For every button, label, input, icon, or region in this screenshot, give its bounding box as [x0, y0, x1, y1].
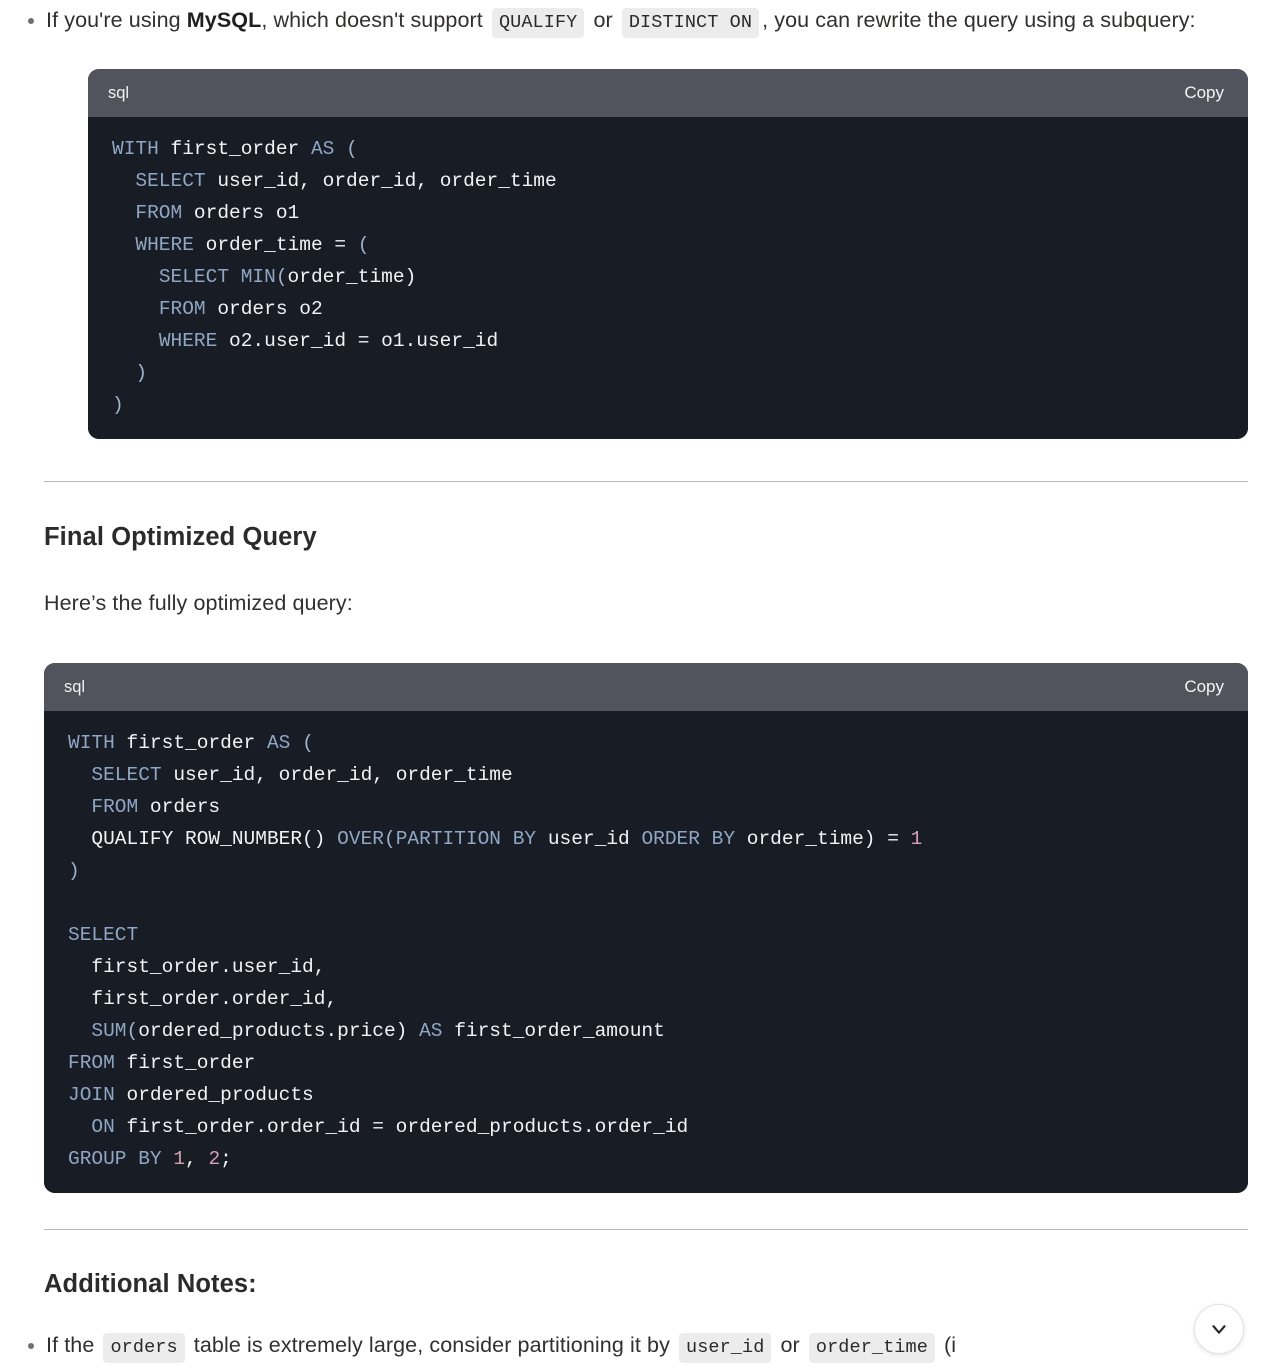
notes-bullet-list: If the orders table is extremely large, … — [0, 1321, 1266, 1372]
note-text-1: If the — [46, 1333, 101, 1357]
inline-code-qualify: QUALIFY — [491, 8, 585, 38]
code-block-header: sql Copy — [88, 69, 1248, 117]
code-block-header: sql Copy — [44, 663, 1248, 711]
note-text-4: (i — [937, 1333, 957, 1357]
list-item: If the orders table is extremely large, … — [0, 1321, 1266, 1372]
inline-code-orders: orders — [103, 1333, 185, 1363]
inline-code-distinct-on: DISTINCT ON — [621, 8, 760, 38]
bullet-text-4: , you can rewrite the query using a subq… — [762, 8, 1196, 32]
list-item: If you're using MySQL, which doesn't sup… — [0, 0, 1266, 47]
code-block-body: WITH first_order AS ( SELECT user_id, or… — [44, 711, 1248, 1193]
intro-bullet-list: If you're using MySQL, which doesn't sup… — [0, 0, 1266, 47]
final-section-paragraph: Here’s the fully optimized query: — [44, 591, 353, 615]
inline-code-user-id: user_id — [679, 1333, 772, 1363]
page-title-additional-notes: Additional Notes: — [44, 1270, 257, 1298]
chat-message-content: If you're using MySQL, which doesn't sup… — [0, 0, 1266, 1372]
section-divider-1 — [44, 481, 1248, 482]
code-block-body: WITH first_order AS ( SELECT user_id, or… — [88, 117, 1248, 439]
bullet-text-3: or — [587, 8, 619, 32]
copy-button[interactable]: Copy — [1182, 81, 1226, 105]
code-content[interactable]: WITH first_order AS ( SELECT user_id, or… — [88, 133, 1248, 421]
scroll-to-bottom-button[interactable] — [1194, 1304, 1244, 1354]
code-block-final-query: sql Copy WITH first_order AS ( SELECT us… — [44, 663, 1248, 1193]
section-divider-2 — [44, 1229, 1248, 1230]
note-text-3: or — [774, 1333, 806, 1357]
chevron-down-icon — [1208, 1318, 1230, 1340]
code-language-label: sql — [64, 677, 86, 696]
bullet-bold-mysql: MySQL — [186, 8, 262, 32]
code-content[interactable]: WITH first_order AS ( SELECT user_id, or… — [44, 727, 1248, 1175]
page-title-final-optimized-query: Final Optimized Query — [44, 523, 317, 551]
note-text-2: table is extremely large, consider parti… — [187, 1333, 676, 1357]
code-language-label: sql — [108, 83, 130, 102]
inline-code-order-time: order_time — [808, 1333, 935, 1363]
copy-button[interactable]: Copy — [1182, 675, 1226, 699]
code-block-mysql-subquery: sql Copy WITH first_order AS ( SELECT us… — [88, 69, 1248, 439]
bullet-text-2: , which doesn't support — [261, 8, 489, 32]
bullet-text-1: If you're using — [46, 8, 187, 32]
